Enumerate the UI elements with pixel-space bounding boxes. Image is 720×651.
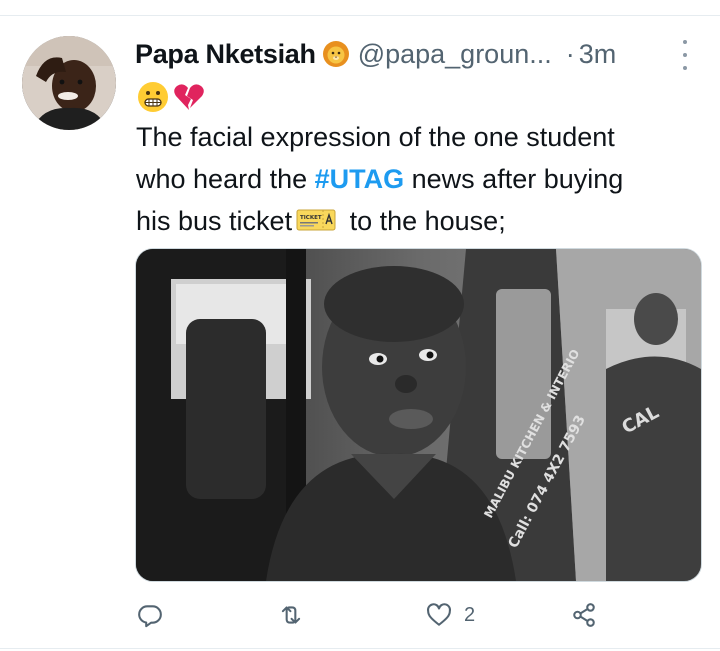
reply-button[interactable] (137, 595, 175, 635)
display-name[interactable]: Papa Nketsiah (135, 39, 316, 70)
text-segment: news after buying (404, 164, 624, 194)
share-button[interactable] (571, 595, 609, 635)
handle[interactable]: @papa_groun... (358, 39, 552, 70)
more-options-icon[interactable] (676, 40, 694, 70)
avatar[interactable] (22, 36, 116, 130)
lion-face-icon (322, 40, 350, 68)
like-button[interactable]: 2 (426, 595, 475, 635)
heart-icon (427, 603, 451, 626)
separator-dot: · (565, 38, 575, 69)
share-icon (573, 603, 595, 627)
text-segment: who heard the (136, 164, 315, 194)
ticket-label: TICKET (300, 215, 322, 221)
tweet-text-line-1: The facial expression of the one student (136, 116, 696, 158)
tweet-header: Papa Nketsiah @papa_groun... · 3m (135, 34, 695, 74)
tweet-media-photo[interactable]: CAL MALIBU KITCHEN & INTERIO Call: 074 4… (135, 248, 702, 582)
tweet-text-line-3: his bus ticket TICKET to the house; (136, 200, 696, 242)
text-segment: his bus ticket (136, 206, 293, 236)
emoji-line (136, 80, 206, 114)
avatar-photo (22, 36, 116, 130)
bottom-divider (0, 648, 720, 649)
tweet-text-line-2: who heard the #UTAG news after buying (136, 158, 696, 200)
tweet-text: The facial expression of the one student… (136, 116, 696, 242)
retweet-icon (281, 606, 301, 624)
text-segment: to the house; (342, 206, 506, 236)
hashtag-link[interactable]: #UTAG (315, 164, 405, 194)
ticket-icon: TICKET (296, 203, 336, 231)
text-segment: The facial expression of the one student (136, 122, 615, 152)
tweet-action-bar: 2 (135, 595, 615, 635)
top-divider (0, 15, 720, 16)
broken-heart-icon (174, 84, 204, 110)
timestamp[interactable]: 3m (579, 39, 617, 70)
grimacing-face-icon (138, 82, 168, 112)
like-count: 2 (464, 603, 476, 626)
reply-icon (138, 605, 162, 628)
retweet-button[interactable] (278, 595, 316, 635)
